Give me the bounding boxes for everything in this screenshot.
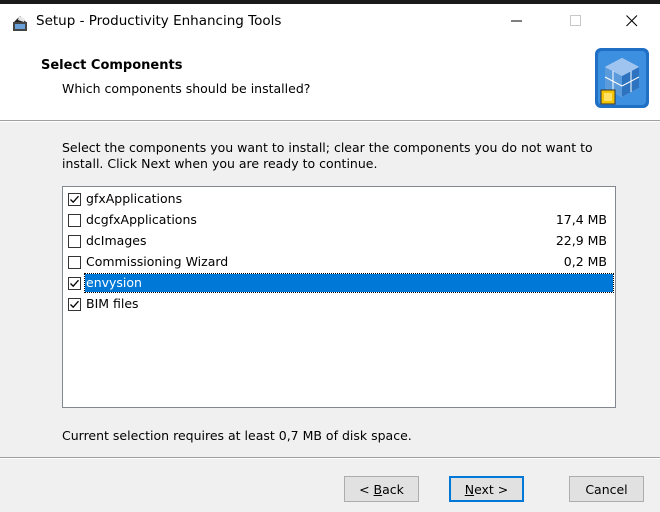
page-title: Select Components <box>41 58 183 73</box>
disk-space-requirement: Current selection requires at least 0,7 … <box>62 428 412 443</box>
checkbox-unchecked[interactable] <box>68 214 81 227</box>
next-button[interactable]: Next > <box>449 476 524 502</box>
minimize-button[interactable] <box>494 4 540 38</box>
next-button-rest: ext > <box>474 481 509 497</box>
component-row[interactable]: BIM files <box>65 294 613 315</box>
title-bar[interactable]: Setup - Productivity Enhancing Tools <box>0 4 660 40</box>
wizard-header: Select Components Which components shoul… <box>0 40 660 120</box>
component-label: gfxApplications <box>86 191 183 206</box>
checkmark-icon <box>70 195 79 204</box>
component-size: 0,2 MB <box>563 254 607 269</box>
component-row[interactable]: envysion <box>65 273 614 294</box>
instructions-text: Select the components you want to instal… <box>62 140 593 171</box>
component-size: 17,4 MB <box>555 212 607 227</box>
checkmark-icon <box>70 300 79 309</box>
wizard-body: Select the components you want to instal… <box>0 122 660 457</box>
setup-wizard-icon <box>11 14 29 32</box>
component-label: Commissioning Wizard <box>86 254 229 269</box>
component-row[interactable]: dcgfxApplications 17,4 MB <box>65 210 613 231</box>
checkmark-icon <box>70 279 79 288</box>
window-title: Setup - Productivity Enhancing Tools <box>36 13 282 29</box>
components-list[interactable]: gfxApplications dcgfxApplications 17,4 MB d… <box>62 186 616 408</box>
component-label: BIM files <box>86 296 139 311</box>
checkbox-checked[interactable] <box>68 298 81 311</box>
component-label: dcgfxApplications <box>86 212 197 227</box>
back-button-accesskey: B <box>373 481 383 497</box>
next-button-accesskey: N <box>464 481 475 497</box>
component-label: envysion <box>84 273 614 293</box>
component-label: dcImages <box>86 233 147 248</box>
component-size: 22,9 MB <box>555 233 607 248</box>
wizard-footer: < Back Next > Cancel <box>0 459 660 512</box>
component-row[interactable]: gfxApplications <box>65 189 613 210</box>
component-row[interactable]: dcImages 22,9 MB <box>65 231 613 252</box>
back-button-rest: ack <box>382 481 404 497</box>
close-icon <box>626 15 638 27</box>
component-row[interactable]: Commissioning Wizard 0,2 MB <box>65 252 613 273</box>
maximize-button <box>553 4 599 38</box>
checkbox-checked[interactable] <box>68 193 81 206</box>
components-cube-icon <box>593 46 651 110</box>
cancel-button[interactable]: Cancel <box>569 476 644 502</box>
checkbox-unchecked[interactable] <box>68 256 81 269</box>
page-subtitle: Which components should be installed? <box>62 81 311 96</box>
back-button[interactable]: < Back <box>344 476 419 502</box>
close-button[interactable] <box>609 4 655 38</box>
back-button-prefix: < <box>359 481 374 497</box>
checkbox-unchecked[interactable] <box>68 235 81 248</box>
checkbox-checked[interactable] <box>68 277 81 290</box>
